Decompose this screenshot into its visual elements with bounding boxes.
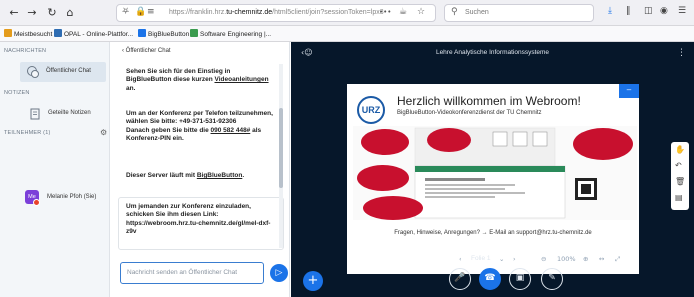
slide-illustration <box>353 126 637 220</box>
download-icon[interactable]: ⤓ <box>608 6 612 16</box>
previous-slide-button[interactable]: ‹ <box>459 255 462 263</box>
participants-header: TEILNEHMER (1) <box>4 130 51 136</box>
actions-plus-button[interactable]: + <box>303 271 323 291</box>
notes-header: NOTIZEN <box>4 90 30 96</box>
user-list-sidebar: NACHRICHTEN Öffentlicher Chat NOTIZEN Ge… <box>0 42 110 297</box>
messages-header: NACHRICHTEN <box>4 48 47 54</box>
chat-input-placeholder: Nachricht senden an Öffentlicher Chat <box>127 269 238 276</box>
url-bar[interactable]: ⛧ 🔒 ≡ https://franklin.hrz.tu-chemnitz.d… <box>116 4 436 22</box>
reload-icon[interactable]: ↻ <box>44 5 60 21</box>
shield-icon: ⛧ <box>122 7 130 17</box>
chat-message-input[interactable]: Nachricht senden an Öffentlicher Chat <box>120 262 264 284</box>
slide-select[interactable]: Folie 1 <box>471 255 491 262</box>
chat-invite-message: Um jemanden zur Konferenz einzuladen, sc… <box>126 203 274 237</box>
send-message-button[interactable]: ▷ <box>270 264 288 282</box>
sidebar-item-public-chat[interactable]: Öffentlicher Chat <box>20 62 106 82</box>
avatar[interactable]: Me <box>25 190 40 206</box>
bookmark-favicon-icon <box>190 29 198 37</box>
chevron-down-icon[interactable]: ⌄ <box>499 255 504 263</box>
participant-name[interactable]: Melanie Pfoh (Sie) <box>47 194 96 200</box>
sidebar-toggle-icon[interactable]: ◫ <box>644 6 653 16</box>
url-text: https://franklin.hrz.tu-chemnitz.de/html… <box>169 9 384 16</box>
minimize-presentation-button[interactable]: – <box>619 84 639 98</box>
chat-server-message: Dieser Server läuft mit BigBlueButton. <box>126 172 274 180</box>
public-chat-label: Öffentlicher Chat <box>46 68 91 74</box>
share-screen-button[interactable]: ✎ <box>541 268 563 290</box>
slide-subtitle: BigBlueButton-Videokonferenzdienst der T… <box>397 110 542 116</box>
trash-icon[interactable]: 🗑 <box>675 177 685 186</box>
invite-text: Um jemanden zur Konferenz einzuladen, sc… <box>126 203 271 236</box>
bookmark-item[interactable]: BigBlueButton <box>138 29 189 38</box>
undo-icon[interactable]: ↶ <box>675 161 682 170</box>
chat-panel: ‹ Öffentlicher Chat Sehen Sie sich für d… <box>110 42 290 297</box>
chat-welcome-message: Sehen Sie sich für den Einstieg in BigBl… <box>126 68 274 93</box>
lock-icon: 🔒 <box>135 7 147 17</box>
bookmark-star-icon[interactable]: ☆ <box>417 7 425 17</box>
back-icon[interactable]: ← <box>6 5 22 21</box>
account-icon[interactable]: ◉ <box>660 6 668 16</box>
bookmark-label: OPAL - Online-Plattfor... <box>64 31 133 38</box>
fullscreen-icon[interactable]: ⤢ <box>615 255 620 264</box>
browser-toolbar: ← → ↻ ⌂ ⛧ 🔒 ≡ https://franklin.hrz.tu-ch… <box>0 0 694 26</box>
permissions-icon: ≡ <box>147 7 155 17</box>
mute-microphone-button[interactable]: 🎤 <box>449 268 471 290</box>
pocket-icon[interactable]: ☕ <box>399 7 407 17</box>
server-text: Dieser Server läuft mit <box>126 172 197 179</box>
bookmark-favicon-icon <box>4 29 12 37</box>
phone-pin-link[interactable]: 090 582 448# <box>211 127 251 134</box>
bookmarks-bar: Meistbesucht OPAL - Online-Plattfor... Big… <box>0 26 694 42</box>
bigbluebutton-link[interactable]: BigBlueButton <box>197 172 243 179</box>
chat-back-button[interactable]: ‹ Öffentlicher Chat <box>122 48 171 54</box>
next-slide-button[interactable]: › <box>513 255 516 263</box>
multi-user-icon[interactable]: ▤ <box>675 193 683 202</box>
meeting-title: Lehre Analytische Informationssysteme <box>435 49 550 56</box>
bookmark-label: Meistbesucht <box>14 31 53 38</box>
sidebar-item-shared-notes[interactable]: Geteilte Notizen <box>22 104 108 124</box>
home-icon[interactable]: ⌂ <box>62 5 78 21</box>
bookmark-label: BigBlueButton <box>148 31 190 38</box>
fit-width-icon[interactable]: ↔ <box>599 255 604 263</box>
chat-phone-message: Um an der Konferenz per Telefon teilzune… <box>126 110 274 144</box>
presentation-pager: ‹ Folie 1 ⌄ › ⊖ 100% ⊕ ↔ ⤢ <box>291 254 694 268</box>
forward-icon[interactable]: → <box>24 5 40 21</box>
bookmark-item[interactable]: Meistbesucht <box>4 29 52 38</box>
gear-icon[interactable]: ⚙ <box>100 128 107 137</box>
welcome-text-end: an. <box>126 84 136 92</box>
slide-title: Herzlich willkommen im Webroom! <box>397 94 581 108</box>
urz-logo: URZ <box>357 96 385 124</box>
options-menu-icon[interactable]: ⋮ <box>677 48 686 58</box>
bookmark-item[interactable]: Software Engineering |... <box>190 29 271 38</box>
chat-scrollbar-thumb[interactable] <box>279 108 283 188</box>
zoom-in-icon[interactable]: ⊕ <box>583 255 588 263</box>
phone-dial-text: Um an der Konferenz per Telefon teilzune… <box>126 110 273 126</box>
leave-audio-button[interactable]: ☎ <box>479 268 501 290</box>
presentation-slide: URZ Herzlich willkommen im Webroom! BigB… <box>347 84 639 274</box>
library-icon[interactable]: ‖ <box>626 6 631 16</box>
page-actions-icon[interactable]: ••• <box>379 8 391 16</box>
zoom-out-icon[interactable]: ⊖ <box>541 255 546 263</box>
hand-tool-icon[interactable]: ✋ <box>675 145 685 154</box>
presentation-area: ‹☺ Lehre Analytische Informationssysteme… <box>291 42 694 297</box>
slide-footer: Fragen, Hinweise, Anregungen? → E-Mail a… <box>394 230 592 236</box>
search-placeholder: Suchen <box>465 9 489 16</box>
share-webcam-button[interactable]: ▣ <box>509 268 531 290</box>
bookmark-favicon-icon <box>54 29 62 37</box>
zoom-level: 100% <box>557 255 576 263</box>
chat-icon <box>27 66 39 78</box>
bookmark-label: Software Engineering |... <box>200 31 272 38</box>
notes-icon <box>30 108 40 120</box>
bookmark-favicon-icon <box>138 29 146 37</box>
shared-notes-label: Geteilte Notizen <box>48 110 91 116</box>
presenter-badge <box>33 199 40 206</box>
browser-window: ← → ↻ ⌂ ⛧ 🔒 ≡ https://franklin.hrz.tu-ch… <box>0 0 694 297</box>
phone-pin-text: Danach geben Sie bitte die <box>126 126 211 134</box>
menu-icon[interactable]: ☰ <box>678 6 686 16</box>
video-tutorials-link[interactable]: Videoanleitungen <box>214 76 268 83</box>
whiteboard-toolbar: ✋ ↶ 🗑 ▤ <box>671 142 689 210</box>
server-text-end: . <box>242 172 245 179</box>
bookmark-item[interactable]: OPAL - Online-Plattfor... <box>54 29 133 38</box>
search-icon: ⚲ <box>451 7 458 17</box>
search-bar[interactable]: ⚲ Suchen <box>444 4 594 22</box>
